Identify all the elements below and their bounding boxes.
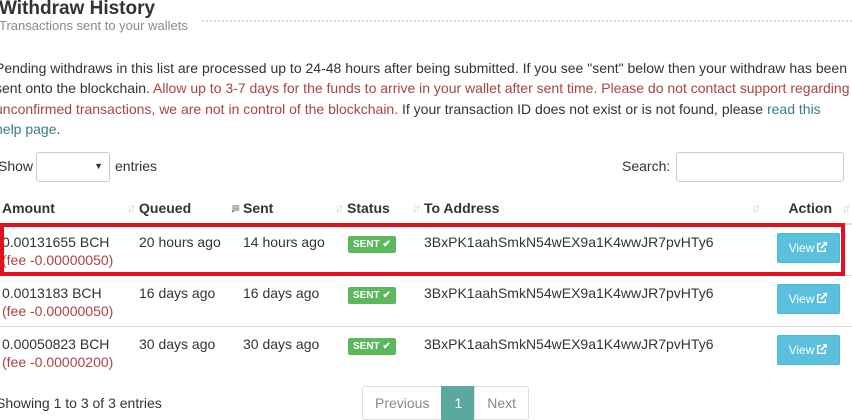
view-button[interactable]: View [777, 283, 840, 314]
check-icon: ✔ [382, 239, 391, 250]
status-label: SENT [353, 289, 380, 301]
column-label: To Address [424, 200, 500, 216]
queued-cell: 30 days ago [137, 325, 241, 377]
column-header-status[interactable]: Status ↓↑ [345, 193, 422, 225]
table-info: Showing 1 to 3 of 3 entries [0, 395, 162, 411]
column-header-sent[interactable]: Sent ↓↑ [241, 193, 345, 225]
search-input[interactable] [676, 152, 844, 182]
status-cell: SENT ✔ [345, 274, 422, 326]
column-header-queued[interactable]: Queued ↓≡ [137, 193, 241, 225]
column-label: Sent [243, 200, 274, 216]
table-header-row: Amount ↓↑ Queued ↓≡ Sent ↓↑ Status ↓↑ To Add… [0, 193, 852, 225]
check-icon: ✔ [382, 340, 391, 352]
entries-label: entries [115, 158, 158, 174]
status-cell: SENT ✔ [345, 325, 422, 377]
external-link-icon [817, 343, 828, 354]
status-label: SENT [353, 340, 380, 352]
entries-length-select[interactable]: ▼ [36, 152, 110, 182]
notice-end: . [56, 120, 61, 137]
search-label: Search: [622, 158, 671, 174]
amount-cell: 0.00050823 BCH (fee -0.00000200) [0, 325, 137, 377]
sort-icon: ↓↑ [127, 201, 136, 215]
external-link-icon [817, 242, 828, 252]
pagination: Previous 1 Next [362, 386, 530, 420]
address-cell: 3BxPK1aahSmkN54wEX9a1K4wwJR7pvHTy6 [422, 223, 762, 275]
status-label: SENT [353, 239, 380, 250]
table-row: 0.0013183 BCH (fee -0.00000050) 16 days a… [0, 274, 852, 326]
status-badge: SENT ✔ [348, 286, 396, 304]
amount-value: 0.00131655 BCH [2, 234, 110, 250]
page-1-button[interactable]: 1 [441, 386, 476, 420]
view-label: View [788, 291, 815, 306]
column-header-amount[interactable]: Amount ↓↑ [0, 193, 137, 225]
sort-icon: ↓↑ [335, 201, 344, 215]
status-badge: SENT ✔ [348, 337, 396, 355]
sort-icon: ↓↑ [842, 201, 851, 215]
amount-cell: 0.0013183 BCH (fee -0.00000050) [0, 274, 137, 326]
sent-cell: 14 hours ago [241, 223, 345, 275]
address-cell: 3BxPK1aahSmkN54wEX9a1K4wwJR7pvHTy6 [422, 325, 762, 377]
column-header-address[interactable]: To Address ↓↑ [422, 193, 762, 225]
queued-cell: 16 days ago [137, 274, 241, 326]
column-label: Action [788, 200, 832, 216]
column-label: Status [347, 200, 390, 216]
amount-value: 0.0013183 BCH [2, 284, 102, 301]
fee-value: (fee -0.00000200) [2, 353, 114, 370]
view-label: View [788, 342, 815, 357]
sent-cell: 30 days ago [241, 325, 345, 377]
table-row: 0.00050823 BCH (fee -0.00000200) 30 days … [0, 325, 852, 377]
action-cell: View [762, 325, 852, 377]
amount-cell: 0.00131655 BCH (fee -0.00000050) [0, 223, 137, 275]
fee-value: (fee -0.00000050) [2, 302, 114, 319]
status-badge: SENT ✔ [348, 236, 396, 253]
view-button[interactable]: View [777, 233, 840, 263]
view-button[interactable]: View [777, 334, 840, 365]
fee-value: (fee -0.00000050) [2, 252, 114, 268]
notice-text-2: If your transaction ID does not exist or… [398, 100, 767, 117]
action-cell: View [762, 223, 852, 275]
page-subtitle: Transactions sent to your wallets [0, 18, 188, 33]
table-row: 0.00131655 BCH (fee -0.00000050) 20 hours… [0, 223, 852, 275]
sent-cell: 16 days ago [241, 274, 345, 326]
withdraw-table: Amount ↓↑ Queued ↓≡ Sent ↓↑ Status ↓↑ To Add… [0, 193, 852, 377]
column-label: Amount [2, 200, 55, 216]
withdraw-notice: Pending withdraws in this list are proce… [0, 58, 851, 139]
caret-down-icon: ▼ [94, 161, 103, 171]
sort-icon: ↓↑ [412, 201, 421, 215]
status-cell: SENT ✔ [345, 223, 422, 275]
next-page-button[interactable]: Next [474, 386, 530, 420]
amount-value: 0.00050823 BCH [2, 335, 110, 352]
sort-icon: ↓↑ [752, 201, 761, 215]
queued-cell: 20 hours ago [137, 223, 241, 275]
column-label: Queued [139, 200, 192, 216]
previous-page-button[interactable]: Previous [362, 386, 443, 420]
title-divider [202, 20, 852, 22]
external-link-icon [817, 292, 828, 303]
view-label: View [788, 241, 815, 255]
column-header-action[interactable]: Action ↓↑ [762, 193, 852, 225]
check-icon: ✔ [382, 289, 391, 301]
address-cell: 3BxPK1aahSmkN54wEX9a1K4wwJR7pvHTy6 [422, 274, 762, 326]
sort-descending-icon: ↓≡ [229, 201, 240, 215]
show-label: Show [0, 158, 34, 174]
action-cell: View [762, 274, 852, 326]
